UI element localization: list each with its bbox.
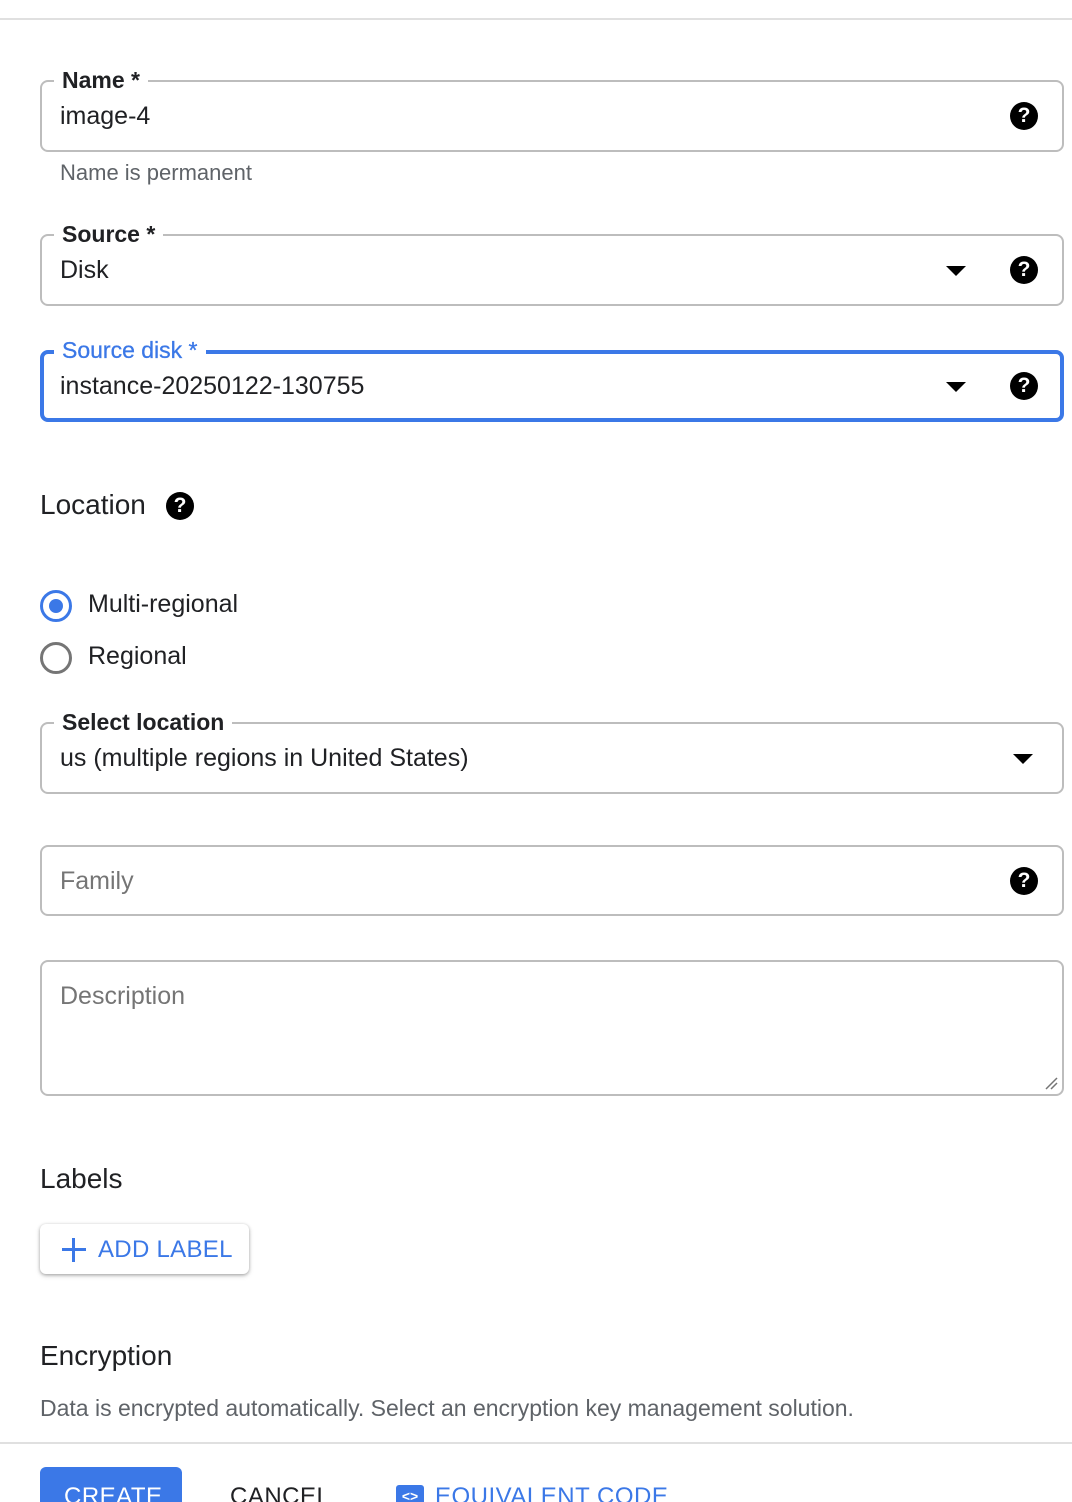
- help-icon[interactable]: ?: [1010, 867, 1038, 895]
- regional-label[interactable]: Regional: [88, 642, 187, 671]
- description-textarea[interactable]: Description: [40, 960, 1064, 1096]
- source-select-value: Disk: [60, 256, 109, 284]
- location-title: Location: [40, 489, 146, 520]
- caret-down-icon[interactable]: [946, 266, 966, 276]
- labels-title: Labels: [40, 1163, 123, 1194]
- help-icon[interactable]: ?: [1010, 102, 1038, 130]
- select-location-value: us (multiple regions in United States): [60, 744, 469, 772]
- source-select-label: Source *: [54, 221, 164, 247]
- description-placeholder[interactable]: Description: [60, 981, 185, 1011]
- help-icon[interactable]: ?: [1010, 372, 1038, 400]
- code-icon[interactable]: <>: [396, 1485, 424, 1502]
- create-button[interactable]: CREATE: [40, 1467, 182, 1502]
- caret-down-icon[interactable]: [1013, 754, 1033, 764]
- caret-down-icon[interactable]: [946, 382, 966, 392]
- location-help-icon[interactable]: ?: [166, 492, 194, 520]
- family-field[interactable]: Family ?: [40, 845, 1064, 916]
- encryption-description: Data is encrypted automatically. Select …: [40, 1395, 854, 1421]
- add-label-button[interactable]: ADD LABEL: [40, 1224, 249, 1274]
- equivalent-code-button[interactable]: EQUIVALENT CODE: [435, 1483, 668, 1502]
- family-placeholder[interactable]: Family: [60, 866, 134, 896]
- source-disk-select[interactable]: Source disk * instance-20250122-130755 ?: [40, 337, 1064, 422]
- bottom-divider: [0, 1442, 1072, 1444]
- add-label-text: ADD LABEL: [98, 1236, 233, 1263]
- multi-regional-label[interactable]: Multi-regional: [88, 590, 238, 619]
- name-field-value[interactable]: image-4: [60, 101, 150, 131]
- multi-regional-radio[interactable]: [40, 590, 72, 622]
- name-field[interactable]: Name * image-4 ?: [40, 67, 1064, 152]
- cancel-button[interactable]: CANCEL: [230, 1483, 330, 1502]
- resize-grip-icon[interactable]: [1044, 1076, 1058, 1090]
- name-hint: Name is permanent: [60, 160, 252, 185]
- regional-radio[interactable]: [40, 642, 72, 674]
- encryption-title: Encryption: [40, 1340, 173, 1371]
- plus-icon: [62, 1238, 86, 1262]
- select-location-label: Select location: [54, 709, 233, 735]
- select-location[interactable]: Select location us (multiple regions in …: [40, 709, 1064, 794]
- help-icon[interactable]: ?: [1010, 256, 1038, 284]
- name-field-label: Name *: [54, 67, 148, 93]
- source-select[interactable]: Source * Disk ?: [40, 221, 1064, 306]
- source-disk-value: instance-20250122-130755: [60, 372, 365, 400]
- source-disk-label: Source disk *: [54, 337, 206, 363]
- create-button-label: CREATE: [64, 1483, 163, 1502]
- top-divider: [0, 18, 1072, 20]
